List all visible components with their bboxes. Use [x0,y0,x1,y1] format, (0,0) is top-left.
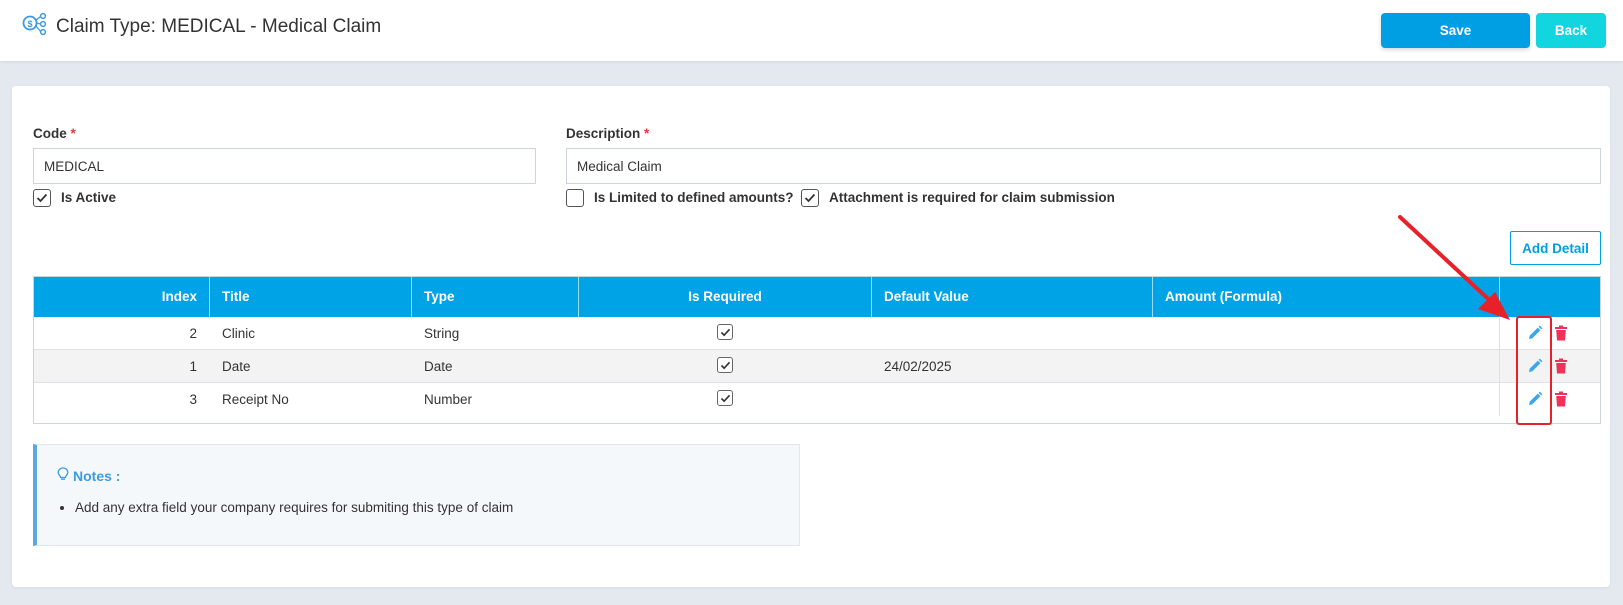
list-item: Add any extra field your company require… [75,500,513,515]
table-row: 3 Receipt No Number [34,383,1600,416]
description-input[interactable] [566,148,1601,184]
required-checkbox[interactable] [717,390,733,406]
check-icon [36,193,48,203]
column-header-type[interactable]: Type [424,277,455,317]
save-button[interactable]: Save [1381,13,1530,48]
back-button[interactable]: Back [1536,13,1606,48]
column-divider [411,277,412,317]
cell-index: 3 [189,392,197,407]
cell-type: Date [424,359,453,374]
cell-index: 1 [189,359,197,374]
check-icon [804,193,816,203]
delete-icon[interactable] [1554,391,1568,412]
attachment-required-checkbox[interactable] [801,189,819,207]
row-divider [1499,317,1500,350]
code-label-text: Code [33,126,67,141]
top-bar: $ Claim Type: MEDICAL - Medical Claim Sa… [0,0,1623,61]
cell-default-value: 24/02/2025 [884,359,952,374]
notes-title: Notes : [57,467,120,484]
is-active-checkbox[interactable] [33,189,51,207]
page-title-group: $ Claim Type: MEDICAL - Medical Claim [22,12,381,41]
cell-title: Date [222,359,251,374]
table-row: 2 Clinic String [34,317,1600,350]
row-divider [1499,350,1500,383]
notes-title-text: Notes : [73,467,121,484]
notes-list: Add any extra field your company require… [75,500,513,515]
column-header-is-required[interactable]: Is Required [579,277,871,317]
column-divider [209,277,210,317]
required-checkbox[interactable] [717,357,733,373]
is-active-label: Is Active [61,190,117,205]
row-divider [1499,383,1500,416]
column-divider [871,277,872,317]
cell-type: Number [424,392,473,407]
check-icon [720,361,730,369]
column-header-title[interactable]: Title [222,277,250,317]
svg-text:$: $ [27,19,32,29]
check-icon [720,328,730,336]
delete-icon[interactable] [1554,325,1568,346]
code-input[interactable] [33,148,536,184]
page-title: Claim Type: MEDICAL - Medical Claim [56,15,382,37]
column-divider [1499,277,1500,317]
attachment-required-label: Attachment is required for claim submiss… [829,190,1115,205]
description-label-text: Description [566,126,641,141]
add-detail-button[interactable]: Add Detail [1510,231,1601,265]
cell-title: Receipt No [222,392,289,407]
column-header-index[interactable]: Index [34,277,197,317]
is-limited-label: Is Limited to defined amounts? [594,190,794,205]
cell-type: String [424,326,460,341]
code-label: Code * [33,126,76,141]
description-label: Description * [566,126,649,141]
delete-icon[interactable] [1554,358,1568,379]
edit-icon[interactable] [1527,325,1543,346]
notes-panel: Notes : Add any extra field your company… [33,444,800,546]
is-limited-checkbox[interactable] [566,189,584,207]
table-row: 1 Date Date 24/02/2025 [34,350,1600,383]
edit-icon[interactable] [1527,391,1543,412]
cell-title: Clinic [222,326,256,341]
claim-type-icon: $ [22,12,48,41]
column-divider [1152,277,1153,317]
column-header-amount-formula[interactable]: Amount (Formula) [1165,277,1282,317]
required-marker: * [644,126,650,141]
required-marker: * [70,126,76,141]
lightbulb-icon [57,467,69,484]
cell-index: 2 [189,326,197,341]
table-header: Index Title Type Is Required Default Val… [34,277,1600,317]
check-icon [720,394,730,402]
column-header-default-value[interactable]: Default Value [884,277,969,317]
required-checkbox[interactable] [717,324,733,340]
edit-icon[interactable] [1527,358,1543,379]
details-table: Index Title Type Is Required Default Val… [33,276,1601,424]
